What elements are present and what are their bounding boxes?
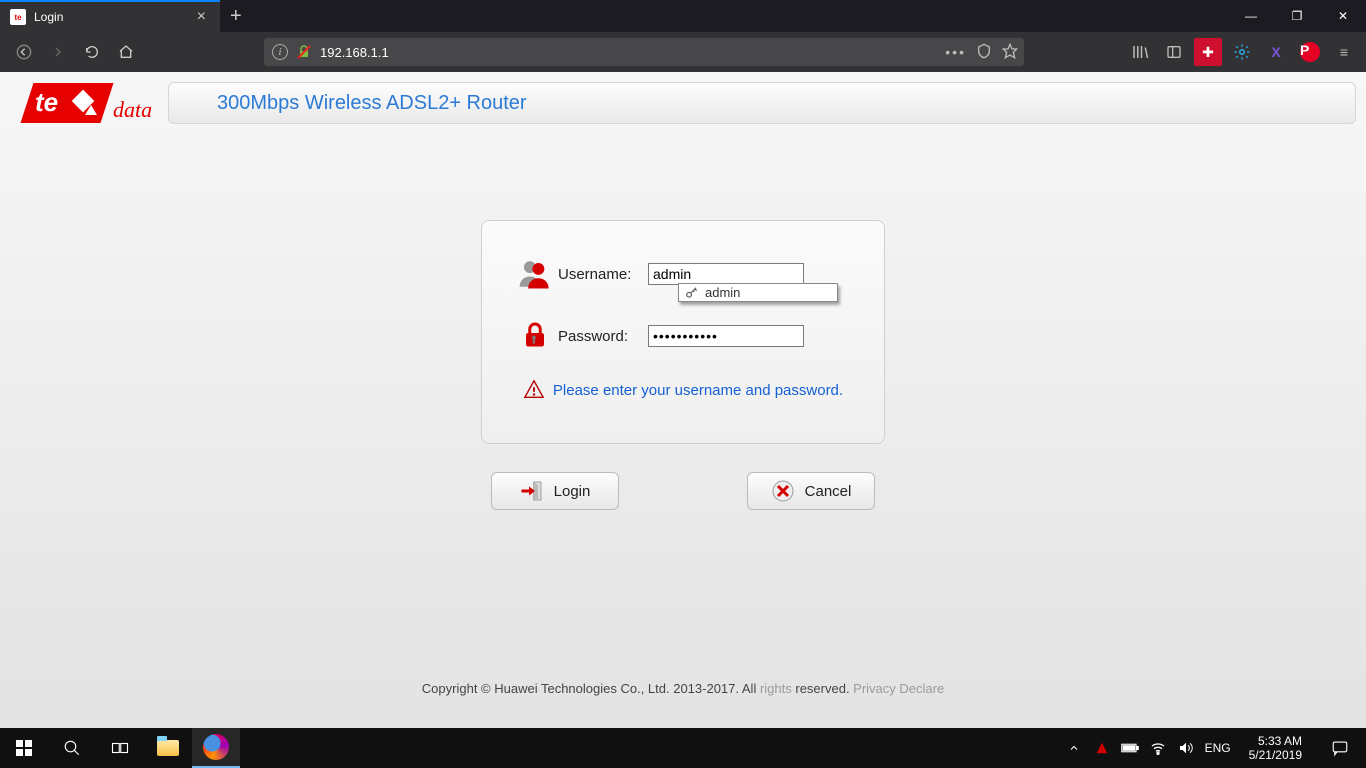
window-close-button[interactable]: ✕ — [1320, 0, 1366, 32]
taskbar-firefox-button[interactable] — [192, 728, 240, 768]
start-button[interactable] — [0, 728, 48, 768]
tray-battery-icon[interactable] — [1121, 739, 1139, 757]
footer-copyright: Copyright © Huawei Technologies Co., Ltd… — [422, 681, 760, 696]
nav-reload-button[interactable] — [76, 36, 108, 68]
new-tab-button[interactable]: + — [220, 5, 252, 28]
taskbar-clock[interactable]: 5:33 AM 5/21/2019 — [1241, 734, 1310, 762]
autocomplete-item[interactable]: admin — [679, 284, 837, 301]
clock-date: 5/21/2019 — [1249, 748, 1302, 762]
tray-volume-icon[interactable] — [1177, 739, 1195, 757]
bookmark-star-icon[interactable] — [1002, 43, 1018, 62]
nav-back-button[interactable] — [8, 36, 40, 68]
login-prompt-text: Please enter your username and password. — [553, 382, 843, 399]
cancel-button-label: Cancel — [805, 483, 852, 500]
footer-rights: rights — [760, 681, 792, 696]
page-footer: Copyright © Huawei Technologies Co., Ltd… — [0, 681, 1366, 696]
login-button[interactable]: Login — [491, 472, 619, 510]
taskbar-search-button[interactable] — [48, 728, 96, 768]
brand-prefix: te — [35, 87, 58, 118]
url-text: 192.168.1.1 — [320, 45, 1016, 60]
extension-icon-3[interactable]: X — [1262, 38, 1290, 66]
window-minimize-button[interactable]: — — [1228, 0, 1274, 32]
key-icon — [685, 286, 699, 300]
tab-favicon: te — [10, 9, 26, 25]
extension-icon-1[interactable]: ✚ — [1194, 38, 1222, 66]
clock-time: 5:33 AM — [1249, 734, 1302, 748]
tray-app-icon[interactable] — [1093, 739, 1111, 757]
warning-icon — [523, 379, 545, 401]
tracking-protection-icon[interactable] — [976, 43, 992, 62]
nav-home-button[interactable] — [110, 36, 142, 68]
lock-icon — [512, 321, 558, 351]
login-icon — [520, 479, 544, 503]
tray-wifi-icon[interactable] — [1149, 739, 1167, 757]
window-maximize-button[interactable]: ❐ — [1274, 0, 1320, 32]
autocomplete-item-label: admin — [705, 285, 740, 300]
login-card: Username: admin Password: — [481, 220, 885, 444]
username-input[interactable] — [648, 263, 804, 285]
footer-reserved: reserved. — [792, 681, 853, 696]
page-title-bar: 300Mbps Wireless ADSL2+ Router — [168, 82, 1356, 124]
tray-language[interactable]: ENG — [1205, 739, 1231, 757]
password-label: Password: — [558, 328, 648, 345]
browser-tab[interactable]: te Login × — [0, 0, 220, 32]
page-actions-button[interactable]: ••• — [945, 44, 966, 60]
tab-title: Login — [34, 10, 193, 24]
task-view-button[interactable] — [96, 728, 144, 768]
app-menu-button[interactable]: ≡ — [1330, 38, 1358, 66]
taskbar-explorer-button[interactable] — [144, 728, 192, 768]
nav-forward-button — [42, 36, 74, 68]
login-button-label: Login — [554, 483, 591, 500]
language-indicator: ENG — [1205, 741, 1231, 755]
cancel-icon — [771, 479, 795, 503]
autocomplete-dropdown[interactable]: admin — [678, 283, 838, 302]
privacy-link[interactable]: Privacy Declare — [853, 681, 944, 696]
extension-icon-pinterest[interactable]: P — [1296, 38, 1324, 66]
action-center-button[interactable] — [1320, 728, 1360, 768]
username-label: Username: — [558, 266, 648, 283]
extension-icon-2[interactable] — [1228, 38, 1256, 66]
user-icon — [512, 259, 558, 289]
tray-chevron-icon[interactable] — [1065, 739, 1083, 757]
insecure-connection-icon — [296, 44, 312, 60]
library-icon[interactable] — [1126, 38, 1154, 66]
brand-suffix: data — [113, 97, 152, 123]
password-input[interactable] — [648, 325, 804, 347]
page-title: 300Mbps Wireless ADSL2+ Router — [217, 92, 527, 115]
tab-close-button[interactable]: × — [193, 8, 210, 26]
site-info-icon[interactable]: i — [272, 44, 288, 60]
sidebar-icon[interactable] — [1160, 38, 1188, 66]
url-bar[interactable]: i 192.168.1.1 ••• — [264, 38, 1024, 66]
brand-logo: te data — [2, 78, 162, 128]
cancel-button[interactable]: Cancel — [747, 472, 875, 510]
